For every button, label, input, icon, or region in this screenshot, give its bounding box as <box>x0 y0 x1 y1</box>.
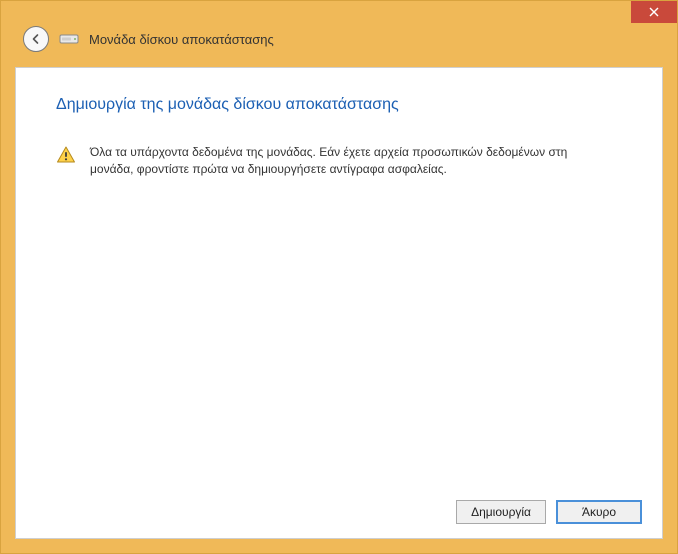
cancel-button[interactable]: Άκυρο <box>556 500 642 524</box>
close-icon <box>649 7 659 17</box>
footer: Δημιουργία Άκυρο <box>16 486 662 538</box>
arrow-left-icon <box>30 33 42 45</box>
warning-icon <box>56 145 76 165</box>
warning-row: Όλα τα υπάρχοντα δεδομένα της μονάδας. Ε… <box>56 144 622 179</box>
drive-icon <box>59 32 79 46</box>
page-heading: Δημιουργία της μονάδας δίσκου αποκατάστα… <box>56 96 622 114</box>
create-button[interactable]: Δημιουργία <box>456 500 546 524</box>
content-frame: Δημιουργία της μονάδας δίσκου αποκατάστα… <box>15 67 663 539</box>
window-title: Μονάδα δίσκου αποκατάστασης <box>89 32 274 47</box>
wizard-window: Μονάδα δίσκου αποκατάστασης Δημιουργία τ… <box>0 0 678 554</box>
titlebar-strip <box>1 1 677 11</box>
warning-text: Όλα τα υπάρχοντα δεδομένα της μονάδας. Ε… <box>90 144 590 179</box>
header: Μονάδα δίσκου αποκατάστασης <box>1 11 677 67</box>
content-body: Δημιουργία της μονάδας δίσκου αποκατάστα… <box>16 68 662 486</box>
close-button[interactable] <box>631 1 677 23</box>
back-button[interactable] <box>23 26 49 52</box>
